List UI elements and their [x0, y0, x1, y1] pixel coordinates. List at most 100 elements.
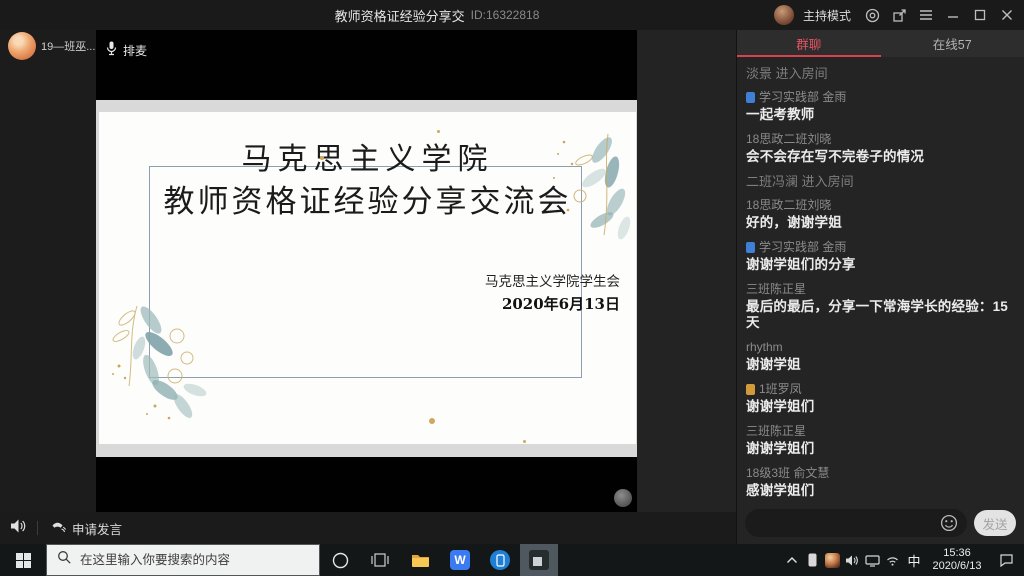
chat-message-text: 感谢学姐们: [746, 483, 1015, 499]
wps-office-button[interactable]: W: [440, 544, 480, 576]
chat-message-author: 18级3班 俞文慧: [746, 466, 1015, 480]
taskbar-search[interactable]: [46, 544, 320, 576]
chat-input-wrap: [745, 509, 967, 537]
search-input[interactable]: [80, 553, 309, 567]
folder-icon: [411, 553, 430, 568]
chat-message-author: 三班陈正星: [746, 282, 1015, 296]
divider: [37, 521, 38, 535]
windows-logo-icon: [16, 553, 31, 568]
gold-sparkle-decoration: [320, 156, 324, 160]
volume-button[interactable]: [10, 518, 27, 539]
cortana-icon: [332, 552, 349, 569]
ime-indicator[interactable]: 中: [902, 544, 926, 576]
wps-icon: W: [450, 550, 470, 570]
close-button[interactable]: [998, 6, 1016, 24]
chat-message: 18思政二班刘晓会不会存在写不完卷子的情况: [746, 132, 1015, 165]
gold-sparkle-decoration: [523, 440, 526, 443]
slide-date: 2020年6月13日: [502, 293, 620, 314]
chat-message-text: 一起考教师: [746, 107, 1015, 123]
participant-name: 19—班巫...: [41, 38, 95, 54]
chat-message-text: 谢谢学姐: [746, 357, 1015, 373]
chat-message-author: 18思政二班刘晓: [746, 132, 1015, 146]
request-speak-icon: [50, 520, 66, 537]
chat-message-text: 谢谢学姐们: [746, 399, 1015, 415]
slide-byline: 马克思主义学院学生会: [485, 270, 620, 290]
request-speak-button[interactable]: 申请发言: [50, 519, 122, 538]
app-window: 教师资格证经验分享交 ID:16322818 主持模式: [0, 0, 1024, 576]
chat-message: 18级3班 俞文慧感谢学姐们: [746, 466, 1015, 499]
chat-message: 学习实践部 金雨谢谢学姐们的分享: [746, 240, 1015, 273]
chat-input-bar: 发送: [745, 509, 1016, 537]
menu-icon[interactable]: [917, 6, 935, 24]
chat-message-text: 谢谢学姐们: [746, 441, 1015, 457]
member-level-badge-icon: [746, 242, 755, 253]
participant-avatar[interactable]: [8, 32, 36, 60]
queue-mic-button[interactable]: 排麦: [106, 41, 147, 59]
tab-online-members[interactable]: 在线57: [881, 30, 1024, 57]
chat-message: 三班陈正星谢谢学姐们: [746, 424, 1015, 457]
request-speak-label: 申请发言: [72, 519, 122, 538]
title-group: 教师资格证经验分享交 ID:16322818: [0, 0, 874, 30]
chat-system-message: 淡景 进入房间: [746, 66, 1015, 81]
maximize-button[interactable]: [971, 6, 989, 24]
popout-icon[interactable]: [890, 6, 908, 24]
chat-message: 学习实践部 金雨一起考教师: [746, 90, 1015, 123]
action-center-button[interactable]: [988, 544, 1024, 576]
chat-message-text: 好的，谢谢学姐: [746, 215, 1015, 231]
participant-column: 19—班巫...: [0, 30, 96, 512]
queue-mic-label: 排麦: [123, 42, 147, 59]
slide-page: 马克思主义学院 教师资格证经验分享交流会 马克思主义学院学生会 2020年6月1…: [99, 112, 636, 444]
tab-group-chat[interactable]: 群聊: [737, 30, 881, 57]
chat-input[interactable]: [745, 509, 967, 537]
tray-display-icon[interactable]: [862, 544, 882, 576]
watercolor-leaves-left-decoration: [99, 278, 239, 428]
tray-expand-button[interactable]: [782, 544, 802, 576]
start-button[interactable]: [0, 544, 46, 576]
settings-icon[interactable]: [863, 6, 881, 24]
platform-watermark-logo: [614, 489, 632, 507]
system-tray: 中 15:36 2020/6/13: [782, 544, 1024, 576]
host-avatar[interactable]: [774, 5, 794, 25]
notification-icon: [999, 553, 1014, 567]
cortana-button[interactable]: [320, 544, 360, 576]
your-phone-button[interactable]: [480, 544, 520, 576]
phone-link-icon: [490, 550, 510, 570]
chat-panel: 群聊 在线57 淡景 进入房间学习实践部 金雨一起考教师18思政二班刘晓会不会存…: [736, 30, 1024, 544]
chat-message-author: 学习实践部 金雨: [746, 90, 1015, 104]
watercolor-leaves-right-decoration: [524, 120, 636, 255]
emoji-icon[interactable]: [940, 514, 958, 532]
room-id: ID:16322818: [471, 8, 540, 22]
member-level-badge-icon: [746, 384, 755, 395]
chat-message-author: rhythm: [746, 340, 1015, 354]
chat-system-message: 二班冯澜 进入房间: [746, 174, 1015, 189]
file-explorer-button[interactable]: [400, 544, 440, 576]
chat-message: 三班陈正星最后的最后，分享一下常海学长的经验：15天: [746, 282, 1015, 331]
tray-network-icon[interactable]: [882, 544, 902, 576]
taskbar-clock[interactable]: 15:36 2020/6/13: [926, 547, 988, 573]
participant-tile[interactable]: 19—班巫...: [8, 32, 95, 60]
window-title: 教师资格证经验分享交: [335, 6, 465, 25]
chat-tabs: 群聊 在线57: [737, 30, 1024, 57]
task-view-button[interactable]: [360, 544, 400, 576]
video-stage: 排麦 马克思主义学院 教师资格证经验分享交流会 马克思主义学院学生会 2020年…: [96, 30, 637, 512]
shared-slide-container: 马克思主义学院 教师资格证经验分享交流会 马克思主义学院学生会 2020年6月1…: [96, 100, 637, 457]
window-controls: 主持模式: [774, 0, 1016, 30]
tray-volume-icon[interactable]: [842, 544, 862, 576]
send-button[interactable]: 发送: [974, 510, 1016, 536]
member-level-badge-icon: [746, 92, 755, 103]
chat-message: rhythm 谢谢学姐: [746, 340, 1015, 373]
clock-time: 15:36: [926, 547, 988, 560]
gold-sparkle-decoration: [429, 418, 435, 424]
gold-sparkle-decoration: [437, 130, 440, 133]
mic-icon: [106, 41, 117, 59]
active-app-button[interactable]: [520, 544, 558, 576]
tray-app-avatar-icon[interactable]: [822, 544, 842, 576]
chat-message-author: 18思政二班刘晓: [746, 198, 1015, 212]
title-bar: 教师资格证经验分享交 ID:16322818 主持模式: [0, 0, 1024, 30]
minimize-button[interactable]: [944, 6, 962, 24]
chat-message-text: 会不会存在写不完卷子的情况: [746, 149, 1015, 165]
tray-device-icon[interactable]: [802, 544, 822, 576]
host-mode-label: 主持模式: [803, 7, 851, 24]
chat-message-list[interactable]: 淡景 进入房间学习实践部 金雨一起考教师18思政二班刘晓会不会存在写不完卷子的情…: [737, 58, 1024, 504]
search-icon: [57, 550, 72, 570]
